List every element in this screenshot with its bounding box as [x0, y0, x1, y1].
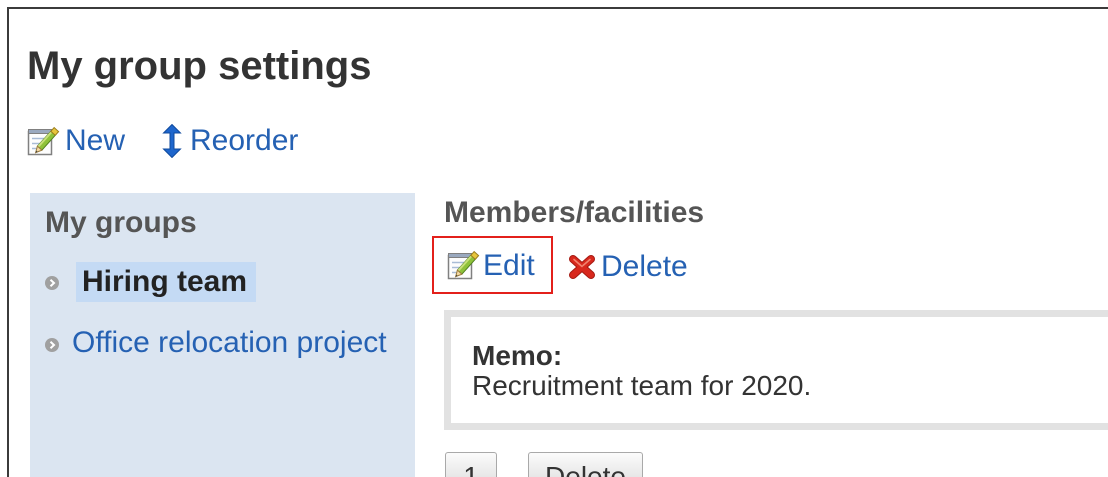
reorder-link[interactable]: Reorder [160, 121, 305, 161]
members-facilities-heading: Members/facilities [444, 196, 705, 229]
reorder-arrows-icon [162, 124, 182, 158]
bullet-chevron-icon [45, 338, 59, 352]
memo-label: Memo: [472, 340, 563, 371]
edit-label: Edit [483, 249, 535, 282]
new-group-label: New [65, 124, 126, 157]
my-groups-sidebar: My groups Hiring team Office relocation … [30, 193, 415, 477]
delete-link[interactable]: Delete [566, 246, 690, 286]
page-title: My group settings [27, 44, 372, 88]
memo-box: Memo: Recruitment team for 2020. [444, 310, 1108, 430]
delete-button[interactable]: Delete [528, 452, 643, 477]
reorder-label: Reorder [190, 124, 299, 157]
my-group-settings-page: My group settings New Reorder My groups … [0, 0, 1108, 477]
edit-link[interactable]: Edit [446, 246, 540, 286]
sidebar-item-label: Hiring team [76, 262, 256, 302]
list-action-button[interactable]: 1 [445, 452, 497, 477]
delete-x-icon [569, 255, 595, 279]
sidebar-heading: My groups [45, 206, 197, 239]
edit-icon [27, 126, 60, 156]
bullet-chevron-icon [45, 276, 59, 290]
group-actions: Edit Delete [446, 246, 696, 286]
memo-text: Recruitment team for 2020. [472, 370, 812, 401]
new-group-link[interactable]: New [27, 121, 127, 161]
sidebar-item-label: Office relocation project [72, 326, 387, 359]
toolbar: New Reorder [27, 121, 307, 161]
sidebar-item-office-relocation-project[interactable]: Office relocation project [45, 325, 415, 361]
edit-icon [447, 250, 480, 280]
delete-label: Delete [601, 250, 688, 283]
sidebar-item-hiring-team[interactable]: Hiring team [45, 262, 286, 302]
